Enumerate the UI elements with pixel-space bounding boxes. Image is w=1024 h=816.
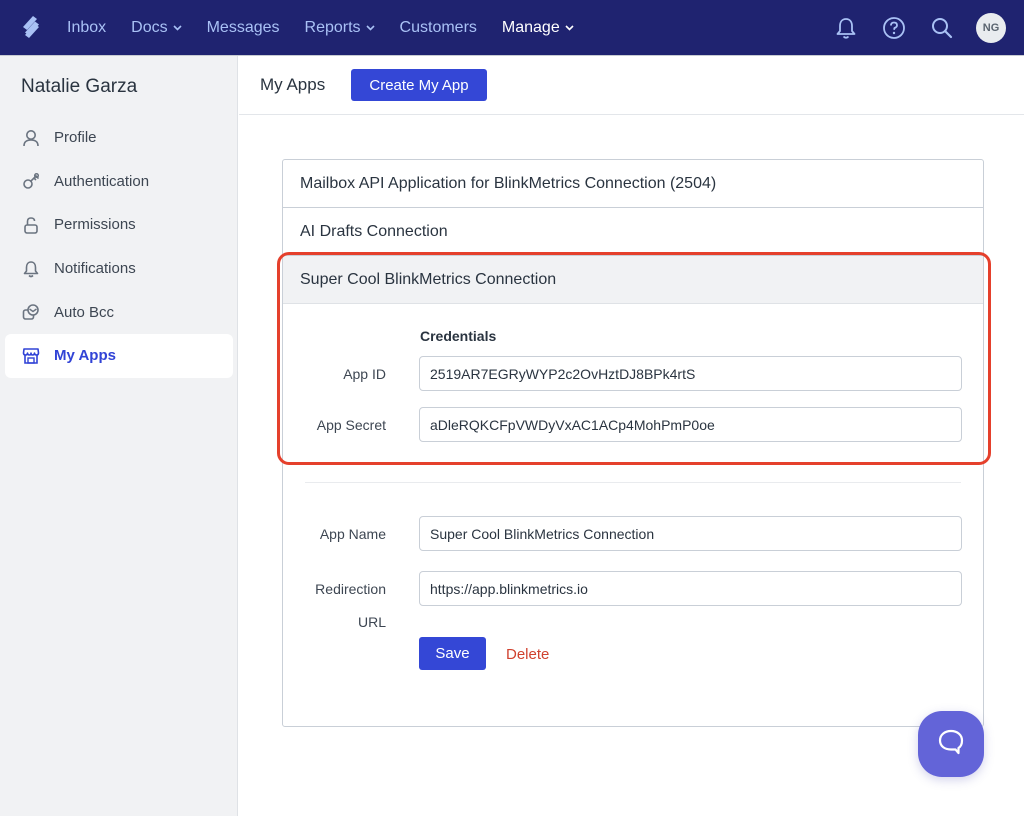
redirection-url-field[interactable]	[419, 571, 962, 606]
unlock-icon	[21, 215, 41, 235]
sidebar-item-auto-bcc[interactable]: Auto Bcc	[5, 290, 233, 334]
sidebar-item-label: Permissions	[54, 216, 136, 234]
sidebar-item-label: Authentication	[54, 172, 150, 190]
chevron-down-icon	[173, 24, 182, 31]
nav-docs[interactable]: Docs	[131, 18, 182, 37]
sidebar: Natalie Garza Profile Authentication Per…	[0, 56, 238, 816]
nav-customers[interactable]: Customers	[400, 19, 477, 37]
app-name-field[interactable]	[419, 516, 962, 551]
nav-messages-label: Messages	[206, 18, 280, 36]
app-name-label: App Name	[319, 526, 386, 542]
nav-reports-label: Reports	[304, 18, 361, 36]
main-header: My Apps Create My App	[239, 56, 1024, 115]
user-icon	[21, 128, 41, 148]
sidebar-item-notifications[interactable]: Notifications	[5, 247, 233, 291]
app-secret-label: App Secret	[316, 417, 386, 433]
app-name: Super Cool BlinkMetrics Connection	[300, 270, 557, 288]
helpscout-logo-icon[interactable]	[20, 14, 44, 40]
nav-manage-label: Manage	[501, 18, 560, 36]
bell-icon[interactable]	[834, 16, 858, 40]
app-row-super-cool[interactable]: Super Cool BlinkMetrics Connection	[283, 256, 983, 304]
sidebar-item-label: My Apps	[54, 347, 116, 365]
sidebar-item-authentication[interactable]: Authentication	[5, 160, 233, 204]
app-name: AI Drafts Connection	[300, 222, 448, 240]
nav-messages[interactable]: Messages	[207, 19, 280, 37]
page-title: My Apps	[260, 75, 326, 94]
redirection-url-label: Redirection	[315, 581, 386, 597]
sidebar-item-label: Notifications	[54, 260, 136, 278]
sidebar-item-label: Auto Bcc	[54, 303, 115, 321]
delete-link[interactable]: Delete	[506, 646, 549, 663]
app-secret-field[interactable]	[419, 407, 962, 442]
app-id-label: App ID	[343, 366, 386, 382]
nav-reports[interactable]: Reports	[305, 19, 375, 37]
credentials-heading: Credentials	[420, 328, 497, 344]
create-my-app-button[interactable]: Create My App	[351, 69, 487, 101]
sidebar-item-label: Profile	[54, 129, 97, 147]
search-icon[interactable]	[930, 16, 954, 40]
help-icon[interactable]	[882, 16, 906, 40]
nav-customers-label: Customers	[399, 18, 477, 36]
app-name: Mailbox API Application for BlinkMetrics…	[300, 174, 717, 192]
section-divider	[305, 482, 961, 483]
chat-bubble-icon	[936, 727, 966, 762]
nav-manage[interactable]: Manage	[502, 19, 574, 37]
sidebar-item-profile[interactable]: Profile	[5, 116, 233, 160]
sidebar-item-my-apps[interactable]: My Apps	[5, 333, 233, 378]
store-icon	[21, 346, 41, 366]
save-button[interactable]: Save	[419, 637, 486, 670]
redirection-url-label-line2: URL	[357, 614, 386, 630]
sidebar-item-permissions[interactable]: Permissions	[5, 203, 233, 247]
chevron-down-icon	[565, 24, 574, 31]
chevron-down-icon	[365, 24, 375, 31]
key-icon	[21, 171, 41, 191]
apps-list: Mailbox API Application for BlinkMetrics…	[282, 159, 984, 727]
app-row-ai-drafts[interactable]: AI Drafts Connection	[283, 208, 983, 256]
nav-inbox[interactable]: Inbox	[67, 19, 106, 37]
bell-icon	[21, 259, 41, 279]
top-navigation: Inbox Docs Messages Reports Customers Ma…	[0, 0, 1024, 55]
envelope-stack-icon	[21, 302, 41, 322]
avatar[interactable]: NG	[976, 12, 1006, 43]
sidebar-user-name: Natalie Garza	[21, 76, 138, 97]
nav-inbox-label: Inbox	[67, 18, 107, 36]
app-id-field[interactable]	[419, 356, 962, 391]
app-row-mailbox-api[interactable]: Mailbox API Application for BlinkMetrics…	[283, 160, 983, 208]
chat-button[interactable]	[918, 711, 984, 777]
nav-docs-label: Docs	[131, 18, 168, 36]
